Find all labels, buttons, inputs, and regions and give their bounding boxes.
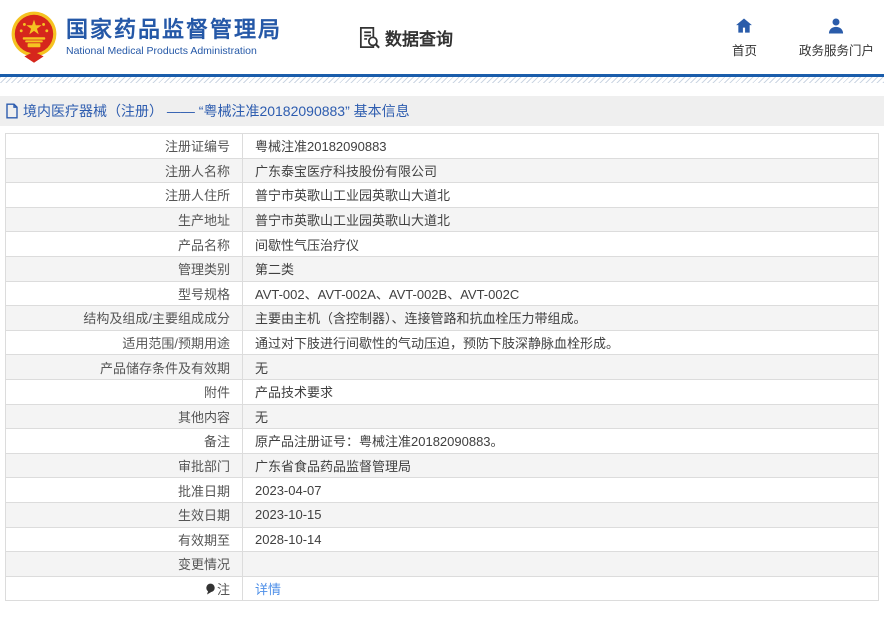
row-label: 变更情况 <box>6 552 243 577</box>
table-row: 型号规格AVT-002、AVT-002A、AVT-002B、AVT-002C <box>6 281 879 306</box>
info-table-body: 注册证编号粤械注准20182090883注册人名称广东泰宝医疗科技股份有限公司注… <box>6 134 879 601</box>
row-label: 产品储存条件及有效期 <box>6 355 243 380</box>
info-table: 注册证编号粤械注准20182090883注册人名称广东泰宝医疗科技股份有限公司注… <box>5 133 879 601</box>
row-label: 审批部门 <box>6 453 243 478</box>
row-value: 产品技术要求 <box>243 379 879 404</box>
home-icon <box>734 16 754 36</box>
row-value: 2023-04-07 <box>243 478 879 503</box>
document-search-icon <box>357 25 382 50</box>
row-label: 注 <box>6 576 243 601</box>
table-row: 有效期至2028-10-14 <box>6 527 879 552</box>
row-label: 产品名称 <box>6 232 243 257</box>
row-label: 有效期至 <box>6 527 243 552</box>
table-row: 结构及组成/主要组成成分主要由主机（含控制器）、连接管路和抗血栓压力带组成。 <box>6 306 879 331</box>
table-row: 注册人住所普宁市英歌山工业园英歌山大道北 <box>6 183 879 208</box>
table-row: 管理类别第二类 <box>6 256 879 281</box>
document-icon <box>5 103 19 119</box>
row-value: 无 <box>243 404 879 429</box>
breadcrumb: 境内医疗器械（注册） —— “粤械注准20182090883” 基本信息 <box>0 96 884 126</box>
table-row: 备注原产品注册证号：粤械注准20182090883。 <box>6 429 879 454</box>
data-query-nav[interactable]: 数据查询 <box>357 25 453 50</box>
info-table-wrap: 注册证编号粤械注准20182090883注册人名称广东泰宝医疗科技股份有限公司注… <box>5 133 879 601</box>
row-label: 附件 <box>6 379 243 404</box>
row-value: 普宁市英歌山工业园英歌山大道北 <box>243 207 879 232</box>
logo-text: 国家药品监督管理局 National Medical Products Admi… <box>66 17 282 56</box>
site-title: 国家药品监督管理局 <box>66 17 282 42</box>
row-value: 2023-10-15 <box>243 502 879 527</box>
pin-icon <box>205 583 216 596</box>
table-row: 变更情况 <box>6 552 879 577</box>
table-row: 适用范围/预期用途通过对下肢进行间歇性的气动压迫，预防下肢深静脉血栓形成。 <box>6 330 879 355</box>
site-header: 国家药品监督管理局 National Medical Products Admi… <box>0 0 884 74</box>
row-label: 管理类别 <box>6 256 243 281</box>
row-label: 生产地址 <box>6 207 243 232</box>
row-value: 广东省食品药品监督管理局 <box>243 453 879 478</box>
table-row: 注详情 <box>6 576 879 601</box>
row-value: 普宁市英歌山工业园英歌山大道北 <box>243 183 879 208</box>
row-value: 粤械注准20182090883 <box>243 134 879 159</box>
detail-link[interactable]: 详情 <box>255 582 281 597</box>
table-row: 生效日期2023-10-15 <box>6 502 879 527</box>
table-row: 注册证编号粤械注准20182090883 <box>6 134 879 159</box>
gov-portal-link[interactable]: 政务服务门户 <box>799 16 874 59</box>
row-label: 注册人名称 <box>6 158 243 183</box>
row-label: 批准日期 <box>6 478 243 503</box>
row-value: 无 <box>243 355 879 380</box>
row-label: 其他内容 <box>6 404 243 429</box>
table-row: 其他内容无 <box>6 404 879 429</box>
row-value: 第二类 <box>243 256 879 281</box>
row-label: 适用范围/预期用途 <box>6 330 243 355</box>
page-title: 境内医疗器械（注册） —— “粤械注准20182090883” 基本信息 <box>23 101 410 121</box>
table-row: 产品名称间歇性气压治疗仪 <box>6 232 879 257</box>
row-value: 通过对下肢进行间歇性的气动压迫，预防下肢深静脉血栓形成。 <box>243 330 879 355</box>
table-row: 审批部门广东省食品药品监督管理局 <box>6 453 879 478</box>
table-row: 产品储存条件及有效期无 <box>6 355 879 380</box>
table-row: 附件产品技术要求 <box>6 379 879 404</box>
header-divider-hatch <box>0 77 884 83</box>
row-value: 间歇性气压治疗仪 <box>243 232 879 257</box>
row-value: 详情 <box>243 576 879 601</box>
row-label: 注册证编号 <box>6 134 243 159</box>
table-row: 注册人名称广东泰宝医疗科技股份有限公司 <box>6 158 879 183</box>
china-national-emblem-icon <box>8 10 60 66</box>
breadcrumb-wrap: 境内医疗器械（注册） —— “粤械注准20182090883” 基本信息 <box>0 96 884 126</box>
gov-portal-label: 政务服务门户 <box>799 40 874 59</box>
row-value: 主要由主机（含控制器）、连接管路和抗血栓压力带组成。 <box>243 306 879 331</box>
row-label: 型号规格 <box>6 281 243 306</box>
table-row: 生产地址普宁市英歌山工业园英歌山大道北 <box>6 207 879 232</box>
row-label: 备注 <box>6 429 243 454</box>
row-value <box>243 552 879 577</box>
user-icon <box>826 16 846 36</box>
row-value: 2028-10-14 <box>243 527 879 552</box>
site-subtitle: National Medical Products Administration <box>66 45 282 57</box>
row-label: 注册人住所 <box>6 183 243 208</box>
home-link-label: 首页 <box>732 40 757 59</box>
table-row: 批准日期2023-04-07 <box>6 478 879 503</box>
row-label: 生效日期 <box>6 502 243 527</box>
data-query-label: 数据查询 <box>385 25 453 50</box>
row-value: 广东泰宝医疗科技股份有限公司 <box>243 158 879 183</box>
home-link[interactable]: 首页 <box>732 16 757 59</box>
row-label: 结构及组成/主要组成成分 <box>6 306 243 331</box>
row-value: AVT-002、AVT-002A、AVT-002B、AVT-002C <box>243 281 879 306</box>
row-value: 原产品注册证号：粤械注准20182090883。 <box>243 429 879 454</box>
